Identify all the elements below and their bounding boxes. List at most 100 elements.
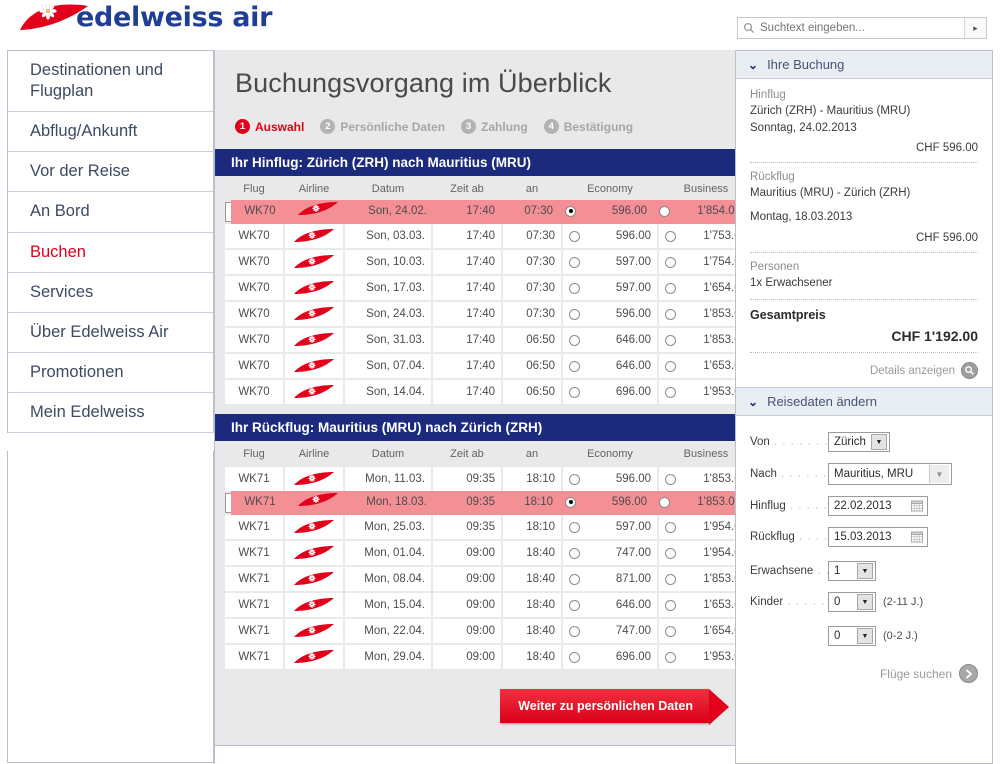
economy-radio[interactable] [569,625,580,637]
infants-select[interactable]: 0 ▼ [828,626,876,647]
sidebar-item-5[interactable]: Buchen [8,233,213,273]
show-details-link[interactable]: Details anzeigen [750,362,978,380]
economy-cell[interactable]: 597.00 [563,276,657,300]
economy-cell[interactable]: 596.00 [563,224,657,248]
table-row[interactable]: WK71 Mon, 25.03. 09:35 18:10 597.00 1'954.00 [225,515,753,539]
traveldata-panel-header[interactable]: ⌄ Reisedaten ändern [736,387,992,417]
business-radio[interactable] [665,282,676,294]
continue-button[interactable]: Weiter zu persönlichen Daten [500,689,729,725]
economy-cell[interactable]: 646.00 [563,593,657,617]
economy-radio[interactable] [569,651,580,663]
calendar-icon[interactable] [911,531,923,543]
economy-radio[interactable] [565,496,576,508]
business-radio[interactable] [665,360,676,372]
business-radio[interactable] [665,386,676,398]
to-select[interactable]: Mauritius, MRU ▼ [828,463,952,486]
business-radio[interactable] [665,308,676,320]
economy-radio[interactable] [569,599,580,611]
economy-cell[interactable]: 747.00 [563,541,657,565]
search-flights-link[interactable]: Flüge suchen [750,664,978,684]
economy-radio[interactable] [569,256,580,268]
table-row[interactable]: WK70 Son, 24.02. 17:40 07:30 596.00 1'854.00 [225,200,748,224]
economy-cell[interactable]: 597.00 [563,250,657,274]
table-row[interactable]: WK71 Mon, 29.04. 09:00 18:40 696.00 1'953.00 [225,645,753,669]
flight-number-cell: WK71 [225,515,283,539]
economy-cell[interactable]: 596.00 [563,302,657,326]
economy-radio[interactable] [569,573,580,585]
table-row[interactable]: WK71 Mon, 01.04. 09:00 18:40 747.00 1'954.00 [225,541,753,565]
table-row[interactable]: WK70 Son, 03.03. 17:40 07:30 596.00 1'753.00 [225,224,753,248]
inbound-col-header: Datum [345,443,431,465]
business-radio[interactable] [665,473,676,485]
business-cell[interactable]: 1'853.00 [653,491,747,515]
economy-cell[interactable]: 596.00 [559,200,653,224]
economy-radio[interactable] [569,521,580,533]
step-3[interactable]: 3 Zahlung [461,119,528,134]
search-box[interactable]: ▸ [737,17,987,39]
sidebar-item-3[interactable]: Vor der Reise [8,152,213,193]
continue-button-label[interactable]: Weiter zu persönlichen Daten [500,689,709,723]
economy-radio[interactable] [569,308,580,320]
table-row[interactable]: WK70 Son, 17.03. 17:40 07:30 597.00 1'654.00 [225,276,753,300]
economy-radio[interactable] [569,230,580,242]
sidebar-item-9[interactable]: Mein Edelweiss [8,393,213,434]
booking-panel-header[interactable]: ⌄ Ihre Buchung [736,51,992,79]
business-radio[interactable] [665,625,676,637]
table-row[interactable]: WK71 Mon, 08.04. 09:00 18:40 871.00 1'853.00 [225,567,753,591]
table-row[interactable]: WK71 Mon, 22.04. 09:00 18:40 747.00 1'654.00 [225,619,753,643]
economy-radio[interactable] [569,334,580,346]
table-row[interactable]: WK71 Mon, 11.03. 09:35 18:10 596.00 1'853.00 [225,467,753,491]
table-row[interactable]: WK70 Son, 24.03. 17:40 07:30 596.00 1'853.00 [225,302,753,326]
calendar-icon[interactable] [911,500,923,512]
sidebar-item-6[interactable]: Services [8,273,213,313]
table-row[interactable]: WK71 Mon, 18.03. 09:35 18:10 596.00 1'853.00 [225,491,748,515]
return-date-input[interactable]: 15.03.2013 [828,527,928,548]
economy-cell[interactable]: 696.00 [563,645,657,669]
sidebar-item-2[interactable]: Abflug/Ankunft [8,112,213,153]
sidebar-item-8[interactable]: Promotionen [8,353,213,393]
economy-radio[interactable] [569,282,580,294]
step-2[interactable]: 2 Persönliche Daten [320,119,445,134]
sidebar-item-7[interactable]: Über Edelweiss Air [8,313,213,353]
business-radio[interactable] [665,547,676,559]
economy-radio[interactable] [569,547,580,559]
economy-radio[interactable] [565,205,576,217]
search-submit-button[interactable]: ▸ [964,18,986,38]
business-radio[interactable] [665,334,676,346]
business-radio[interactable] [665,256,676,268]
business-cell[interactable]: 1'854.00 [653,200,747,224]
economy-radio[interactable] [569,386,580,398]
table-row[interactable]: WK70 Son, 10.03. 17:40 07:30 597.00 1'754.00 [225,250,753,274]
economy-cell[interactable]: 597.00 [563,515,657,539]
step-1[interactable]: 1 Auswahl [235,119,304,134]
table-row[interactable]: WK70 Son, 07.04. 17:40 06:50 646.00 1'653.00 [225,354,753,378]
children-select[interactable]: 0 ▼ [828,592,876,613]
economy-cell[interactable]: 747.00 [563,619,657,643]
business-radio[interactable] [665,651,676,663]
outbound-date-input[interactable]: 22.02.2013 [828,496,928,517]
business-radio[interactable] [665,599,676,611]
step-4[interactable]: 4 Bestätigung [543,119,633,134]
business-radio[interactable] [665,521,676,533]
economy-cell[interactable]: 646.00 [563,328,657,352]
brand-logo[interactable]: edelweiss air [18,1,288,37]
economy-cell[interactable]: 596.00 [559,491,653,515]
business-radio[interactable] [665,573,676,585]
business-radio[interactable] [659,205,670,217]
table-row[interactable]: WK70 Son, 31.03. 17:40 06:50 646.00 1'853.00 [225,328,753,352]
economy-cell[interactable]: 646.00 [563,354,657,378]
adults-select[interactable]: 1 ▼ [828,561,876,582]
economy-radio[interactable] [569,473,580,485]
sidebar-item-1[interactable]: Destinationen und Flugplan [8,51,213,113]
sidebar-item-4[interactable]: An Bord [8,192,213,233]
business-radio[interactable] [665,230,676,242]
economy-radio[interactable] [569,360,580,372]
economy-cell[interactable]: 596.00 [563,467,657,491]
search-input[interactable] [760,19,964,37]
economy-cell[interactable]: 871.00 [563,567,657,591]
economy-cell[interactable]: 696.00 [563,380,657,404]
table-row[interactable]: WK71 Mon, 15.04. 09:00 18:40 646.00 1'653.00 [225,593,753,617]
from-select[interactable]: Zürich ▼ [828,432,890,453]
business-radio[interactable] [659,496,670,508]
table-row[interactable]: WK70 Son, 14.04. 17:40 06:50 696.00 1'953.00 [225,380,753,404]
